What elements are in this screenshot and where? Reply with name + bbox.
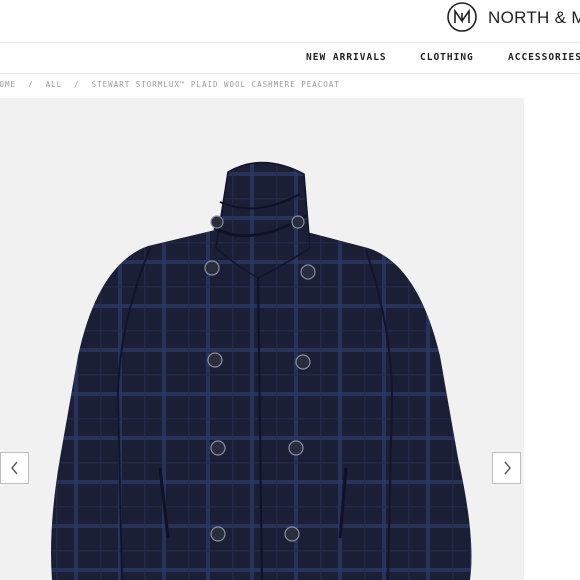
breadcrumb-product: STEWART STORMLUX™ PLAID WOOL CASHMERE PE… — [91, 80, 340, 89]
chevron-left-icon — [10, 461, 18, 475]
chevron-right-icon — [503, 461, 511, 475]
nav-accessories[interactable]: ACCESSORIES — [508, 52, 580, 63]
product-gallery — [0, 98, 524, 580]
nav-clothing[interactable]: CLOTHING — [420, 52, 474, 63]
breadcrumb-home[interactable]: HOME — [0, 80, 16, 89]
breadcrumb-all[interactable]: ALL — [46, 80, 63, 89]
breadcrumb-separator: / — [28, 80, 34, 89]
breadcrumb: HOME / ALL / STEWART STORMLUX™ PLAID WOOL CA… — [0, 80, 340, 89]
prev-image-button[interactable] — [0, 452, 29, 484]
north-and-main-logo-icon[interactable] — [446, 1, 478, 33]
site-header: NORTH & MA — [0, 0, 580, 43]
breadcrumb-separator: / — [74, 80, 80, 89]
next-image-button[interactable] — [492, 452, 521, 484]
brand-name[interactable]: NORTH & MA — [488, 8, 580, 28]
nav-new-arrivals[interactable]: NEW ARRIVALS — [306, 52, 387, 63]
main-nav: NEW ARRIVALS CLOTHING ACCESSORIES — [0, 42, 580, 74]
peacoat-image — [51, 161, 472, 580]
